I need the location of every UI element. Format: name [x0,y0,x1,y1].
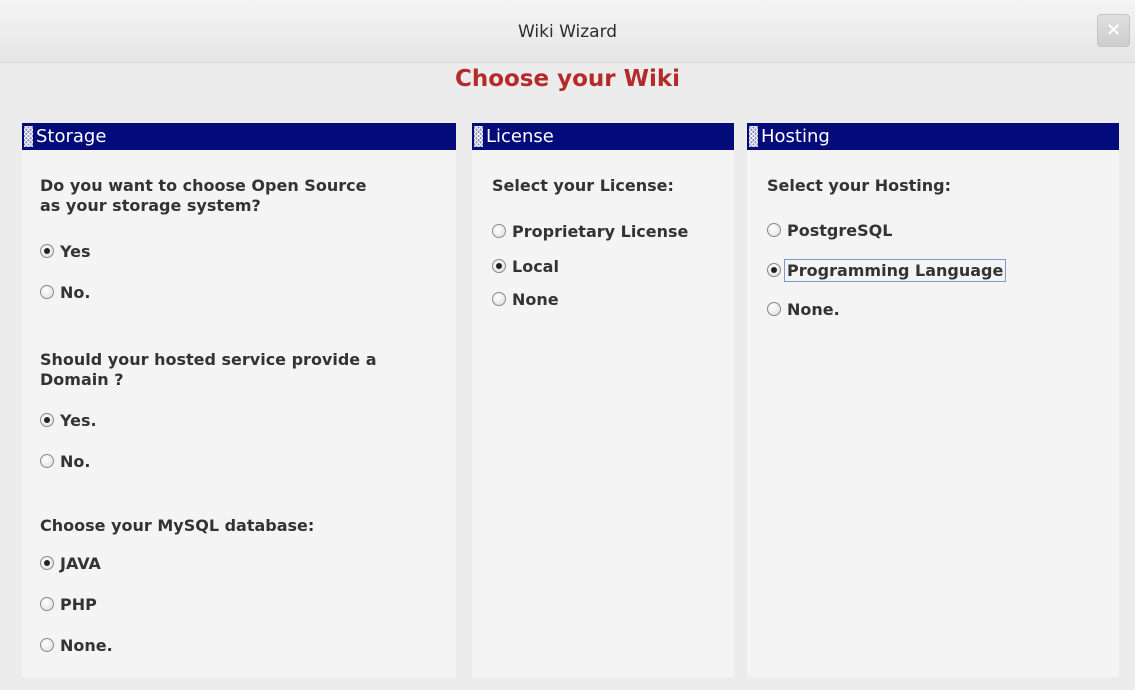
radio-database-php[interactable]: PHP [40,592,97,616]
radio-unselected-icon [40,638,54,652]
storage-question-1-line-2: as your storage system? [40,196,261,215]
radio-label: PHP [60,594,97,614]
license-panel-header: License [472,123,734,150]
radio-domain-yes[interactable]: Yes. [40,408,97,432]
radio-hosting-programming-language[interactable]: Programming Language [767,258,1007,282]
storage-question-1-line-1: Do you want to choose Open Source [40,176,367,195]
radio-unselected-icon [40,285,54,299]
storage-panel: Storage Do you want to choose Open Sourc… [22,123,456,677]
radio-unselected-icon [40,597,54,611]
radio-unselected-icon [767,223,781,237]
radio-storage-yes[interactable]: Yes [40,239,91,263]
grip-icon [474,126,483,147]
radio-storage-no[interactable]: No. [40,280,90,304]
radio-label: No. [60,282,91,302]
radio-database-none[interactable]: None. [40,633,113,657]
radio-unselected-icon [767,302,781,316]
hosting-panel-header: Hosting [747,123,1119,150]
storage-question-2: Should your hosted service provide a Dom… [40,350,377,390]
radio-unselected-icon [492,292,506,306]
storage-question-2-line-2: Domain ? [40,370,124,389]
hosting-question: Select your Hosting: [767,176,951,195]
radio-domain-no[interactable]: No. [40,449,90,473]
radio-license-proprietary[interactable]: Proprietary License [492,219,688,243]
radio-label: No. [60,451,91,471]
hosting-panel-title: Hosting [761,126,830,147]
radio-unselected-icon [40,454,54,468]
radio-hosting-none[interactable]: None. [767,297,840,321]
title-bar[interactable]: Wiki Wizard × [0,0,1135,63]
radio-license-local[interactable]: Local [492,254,559,278]
radio-hosting-postgresql[interactable]: PostgreSQL [767,218,892,242]
radio-database-java[interactable]: JAVA [40,551,101,575]
wiki-wizard-window: Wiki Wizard × Choose your Wiki Storage D… [0,0,1135,690]
radio-label: None. [60,635,113,655]
radio-unselected-icon [492,224,506,238]
grip-icon [749,126,758,147]
radio-label: Yes. [60,410,97,430]
radio-selected-icon [40,244,54,258]
close-button[interactable]: × [1097,14,1130,47]
radio-label: Local [512,256,559,276]
storage-question-1: Do you want to choose Open Source as you… [40,176,366,216]
storage-question-3: Choose your MySQL database: [40,516,315,535]
license-panel: License Select your License: Proprietary… [472,123,734,677]
storage-panel-title: Storage [36,126,107,147]
window-title: Wiki Wizard [517,22,618,42]
radio-label: Yes [60,241,91,261]
radio-selected-icon [767,263,781,277]
radio-label: Proprietary License [512,221,689,241]
radio-label: None [512,289,559,309]
radio-selected-icon [40,413,54,427]
storage-panel-header: Storage [22,123,456,150]
hosting-panel: Hosting Select your Hosting: PostgreSQL … [747,123,1119,677]
radio-selected-icon [492,259,506,273]
radio-license-none[interactable]: None [492,287,559,311]
radio-label: PostgreSQL [787,220,893,240]
storage-question-2-line-1: Should your hosted service provide a [40,350,377,369]
grip-icon [24,126,33,147]
license-panel-title: License [486,126,554,147]
radio-label: JAVA [60,553,101,573]
radio-selected-icon [40,556,54,570]
license-question: Select your License: [492,176,674,195]
page-title: Choose your Wiki [454,66,681,92]
radio-label: Programming Language [784,258,1007,282]
radio-label: None. [787,299,840,319]
